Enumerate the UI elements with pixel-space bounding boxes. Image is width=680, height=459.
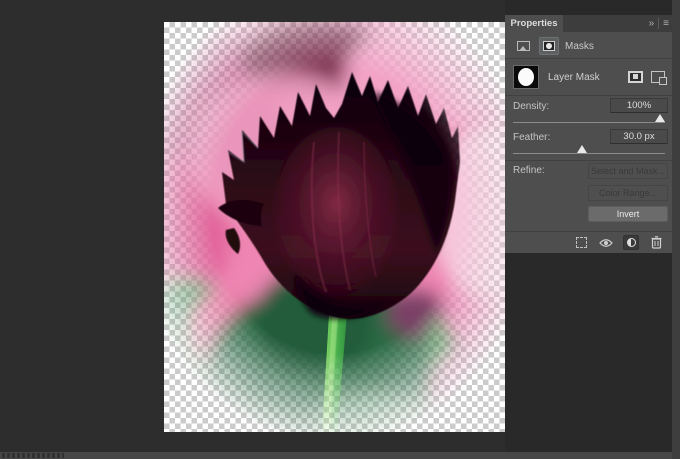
- feather-slider-handle[interactable]: [577, 145, 587, 153]
- masked-photo-layer: [164, 22, 505, 432]
- separator: [505, 160, 672, 161]
- mask-visibility-toggle-icon[interactable]: [623, 235, 639, 250]
- panel-body: Masks Layer Mask Density: 100% Feather: …: [505, 32, 672, 253]
- masks-icon[interactable]: [539, 37, 559, 55]
- image-properties-icon[interactable]: [513, 37, 533, 55]
- panel-tab-bar: Properties » ≡: [505, 15, 672, 32]
- delete-mask-icon[interactable]: [648, 235, 664, 250]
- pixel-mask-icon[interactable]: [628, 71, 643, 83]
- density-slider-handle[interactable]: [655, 114, 665, 122]
- tulip-photo: [164, 22, 505, 432]
- panel-footer: [505, 231, 672, 253]
- enable-mask-eye-icon[interactable]: [598, 235, 614, 250]
- masks-header-row: Masks: [513, 36, 594, 56]
- separator: [505, 95, 672, 96]
- status-bar: [0, 452, 672, 459]
- separator: [505, 58, 672, 59]
- layer-mask-thumbnail[interactable]: [513, 65, 539, 89]
- tab-properties[interactable]: Properties: [505, 15, 563, 32]
- status-bar-text-marks: [2, 453, 64, 458]
- select-and-mask-button[interactable]: Select and Mask...: [588, 163, 668, 179]
- feather-slider[interactable]: [513, 153, 665, 154]
- collapse-panel-icon[interactable]: »: [649, 18, 655, 29]
- layer-mask-label: Layer Mask: [548, 72, 628, 83]
- panel-menu-icon[interactable]: ≡: [663, 18, 669, 29]
- density-label: Density:: [513, 101, 549, 112]
- refine-label: Refine:: [513, 165, 545, 176]
- vector-mask-icon[interactable]: [651, 71, 665, 83]
- invert-button[interactable]: Invert: [588, 206, 668, 222]
- density-slider[interactable]: [513, 122, 665, 123]
- tab-divider: [658, 18, 659, 29]
- density-value-box[interactable]: 100%: [610, 98, 668, 113]
- photoshop-window: Properties » ≡ Masks Layer Mask: [0, 0, 680, 459]
- properties-panel: Properties » ≡ Masks Layer Mask: [505, 15, 672, 253]
- document-canvas[interactable]: [164, 22, 505, 432]
- masks-label: Masks: [565, 41, 594, 52]
- dock-edge-strip: [672, 0, 680, 459]
- feather-value-box[interactable]: 30.0 px: [610, 129, 668, 144]
- layer-mask-row: Layer Mask: [513, 62, 665, 92]
- color-range-button[interactable]: Color Range...: [588, 185, 668, 201]
- load-selection-icon[interactable]: [573, 235, 589, 250]
- feather-label: Feather:: [513, 132, 550, 143]
